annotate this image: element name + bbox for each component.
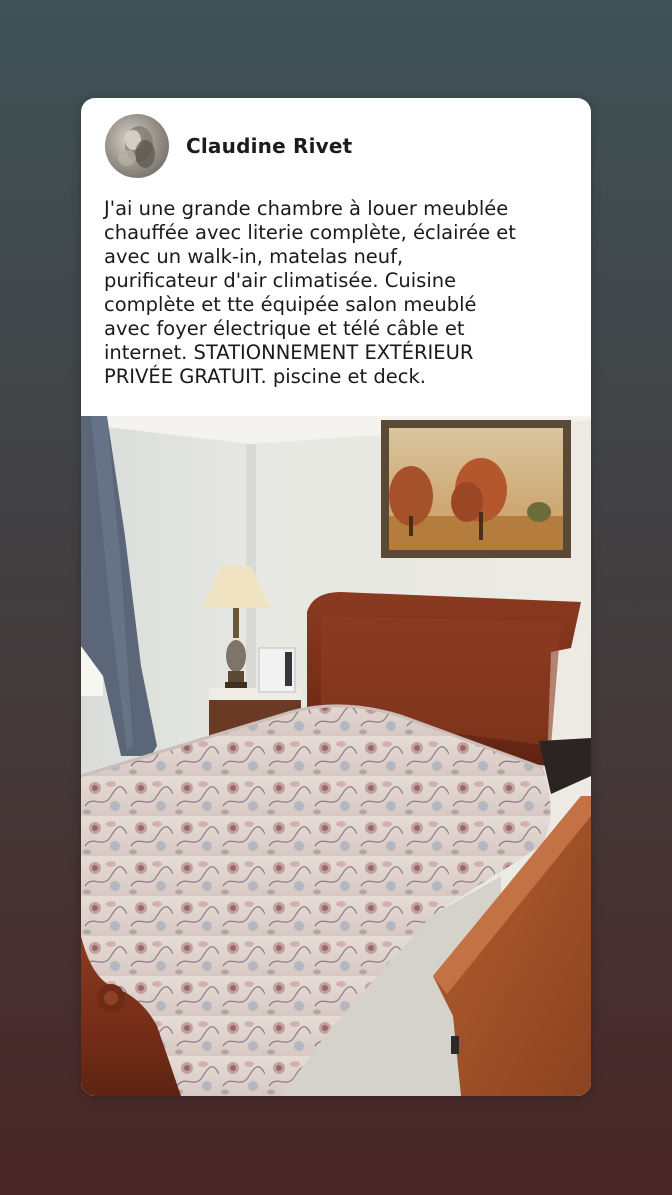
avatar-image-icon <box>118 126 155 168</box>
post-card: Claudine Rivet J'ai une grande chambre à… <box>81 98 591 1096</box>
post-text-line: purificateur d'air climatisée. Cuisine <box>104 269 457 292</box>
post-text-line: avec foyer électrique et télé câble et <box>104 317 465 340</box>
post-header: Claudine Rivet <box>105 114 352 178</box>
post-text-line: avec un walk-in, matelas neuf, <box>104 245 404 268</box>
author-name[interactable]: Claudine Rivet <box>186 134 352 158</box>
post-text-line: internet. STATIONNEMENT EXTÉRIEUR <box>104 341 474 364</box>
post-text-line: complète et tte équipée salon meublé <box>104 293 477 316</box>
post-text-line: J'ai une grande chambre à louer meublée <box>104 197 509 220</box>
post-photo[interactable] <box>81 416 591 1096</box>
post-text-line: PRIVÉE GRATUIT. piscine et deck. <box>104 365 426 388</box>
avatar[interactable] <box>105 114 169 178</box>
post-text-line: chauffée avec literie complète, éclairée… <box>104 221 516 244</box>
post-text: J'ai une grande chambre à louer meublée … <box>104 197 574 389</box>
